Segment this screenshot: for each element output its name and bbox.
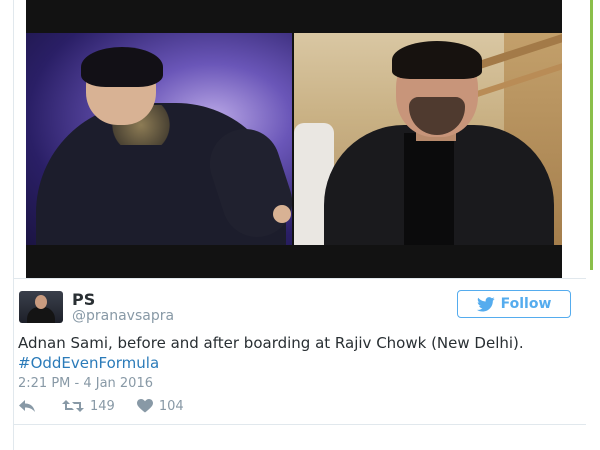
figure-hand <box>273 205 291 223</box>
retweet-icon <box>62 400 84 412</box>
divider <box>14 424 586 425</box>
reply-icon <box>19 400 35 412</box>
avatar-suit <box>27 307 55 323</box>
hashtag-link[interactable]: #OddEvenFormula <box>18 354 159 372</box>
follow-button[interactable]: Follow <box>457 290 571 318</box>
user-handle[interactable]: @pranavsapra <box>72 308 174 324</box>
scrollbar-edge <box>590 0 593 270</box>
bird-icon <box>476 296 495 311</box>
avatar[interactable] <box>19 291 63 323</box>
retweet-button[interactable]: 149 <box>62 399 115 414</box>
like-count: 104 <box>158 398 184 414</box>
right-margin <box>586 0 600 450</box>
figure-hair <box>81 47 163 87</box>
tweet-actions: 149 104 <box>18 396 184 416</box>
figure-hair <box>392 41 482 79</box>
avatar-face <box>35 295 47 309</box>
display-name[interactable]: PS <box>72 290 95 309</box>
follow-label: Follow <box>500 296 552 312</box>
tweet-body: Adnan Sami, before and after boarding at… <box>18 334 524 352</box>
tweet-text: Adnan Sami, before and after boarding at… <box>18 333 578 373</box>
tweet-media[interactable] <box>26 0 562 278</box>
heart-icon <box>136 399 153 413</box>
retweet-count: 149 <box>90 398 115 414</box>
after-photo[interactable] <box>294 33 562 245</box>
left-margin <box>0 0 14 450</box>
divider <box>14 278 586 279</box>
before-photo[interactable] <box>26 33 292 245</box>
black-shirt <box>404 133 454 245</box>
tweet-timestamp[interactable]: 2:21 PM - 4 Jan 2016 <box>18 376 153 391</box>
like-button[interactable]: 104 <box>136 398 184 414</box>
reply-button[interactable] <box>18 399 36 413</box>
